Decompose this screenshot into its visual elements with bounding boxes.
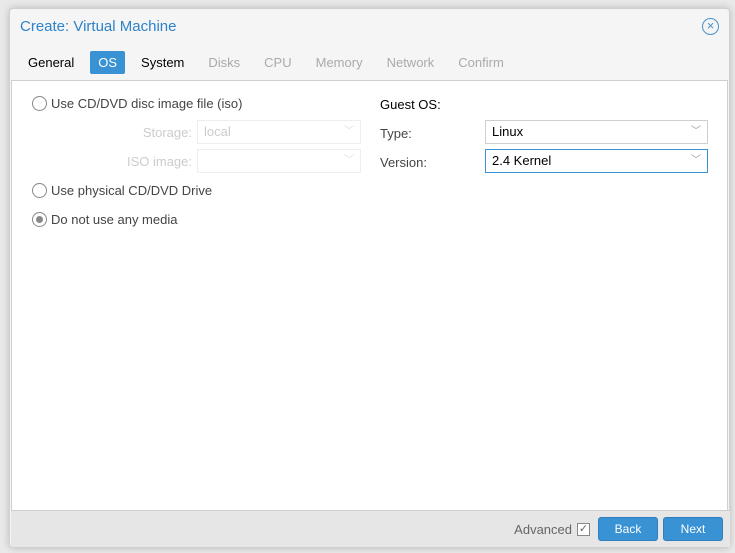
tab-memory: Memory xyxy=(315,55,363,70)
tab-network: Network xyxy=(386,55,435,70)
radio-iso[interactable]: Use CD/DVD disc image file (iso) xyxy=(32,96,242,111)
tab-cpu: CPU xyxy=(264,55,292,70)
tab-general[interactable]: General xyxy=(20,51,82,74)
storage-value: local xyxy=(204,124,231,139)
radio-button[interactable] xyxy=(32,96,47,111)
guest-os-heading: Guest OS: xyxy=(380,97,441,112)
tab-os[interactable]: OS xyxy=(90,51,126,74)
os-panel: Use CD/DVD disc image file (iso) Storage… xyxy=(11,80,728,511)
next-button[interactable]: Next xyxy=(663,517,723,541)
version-select[interactable]: 2.4 Kernel ﹀ xyxy=(485,149,708,173)
type-select[interactable]: Linux ﹀ xyxy=(485,120,708,144)
advanced-label: Advanced xyxy=(514,522,572,537)
chevron-down-icon: ﹀ xyxy=(344,155,354,166)
tab-system[interactable]: System xyxy=(133,51,192,74)
storage-select: local ﹀ xyxy=(197,120,361,144)
tab-disks: Disks xyxy=(208,55,241,70)
type-label: Type: xyxy=(380,126,412,141)
radio-no-media[interactable]: Do not use any media xyxy=(32,212,177,227)
dialog-footer: Advanced ✓ Back Next xyxy=(11,510,730,547)
radio-label: Use CD/DVD disc image file (iso) xyxy=(51,96,243,111)
radio-label: Use physical CD/DVD Drive xyxy=(51,183,213,198)
chevron-down-icon: ﹀ xyxy=(691,126,701,137)
version-value: 2.4 Kernel xyxy=(492,153,552,168)
back-button[interactable]: Back xyxy=(598,517,658,541)
type-value: Linux xyxy=(492,124,524,139)
tab-confirm: Confirm xyxy=(458,55,504,70)
chevron-down-icon: ﹀ xyxy=(344,126,354,137)
radio-button[interactable] xyxy=(32,183,47,198)
close-icon[interactable]: × xyxy=(702,18,719,35)
radio-label: Do not use any media xyxy=(51,212,178,227)
advanced-checkbox[interactable]: ✓ xyxy=(577,523,590,536)
dialog-title: Create: Virtual Machine xyxy=(20,18,177,35)
iso-image-select: ﹀ xyxy=(197,149,361,173)
radio-physical[interactable]: Use physical CD/DVD Drive xyxy=(32,183,212,198)
create-vm-dialog: Create: Virtual Machine × General OS Sys… xyxy=(9,8,730,548)
storage-label: Storage: xyxy=(142,125,192,140)
iso-image-label: ISO image: xyxy=(126,154,192,169)
chevron-down-icon: ﹀ xyxy=(691,155,701,166)
radio-button[interactable] xyxy=(32,212,47,227)
tab-bar: General OS System Disks CPU Memory Netwo… xyxy=(20,51,520,74)
advanced-toggle[interactable]: Advanced ✓ xyxy=(514,522,590,537)
version-label: Version: xyxy=(380,155,427,170)
